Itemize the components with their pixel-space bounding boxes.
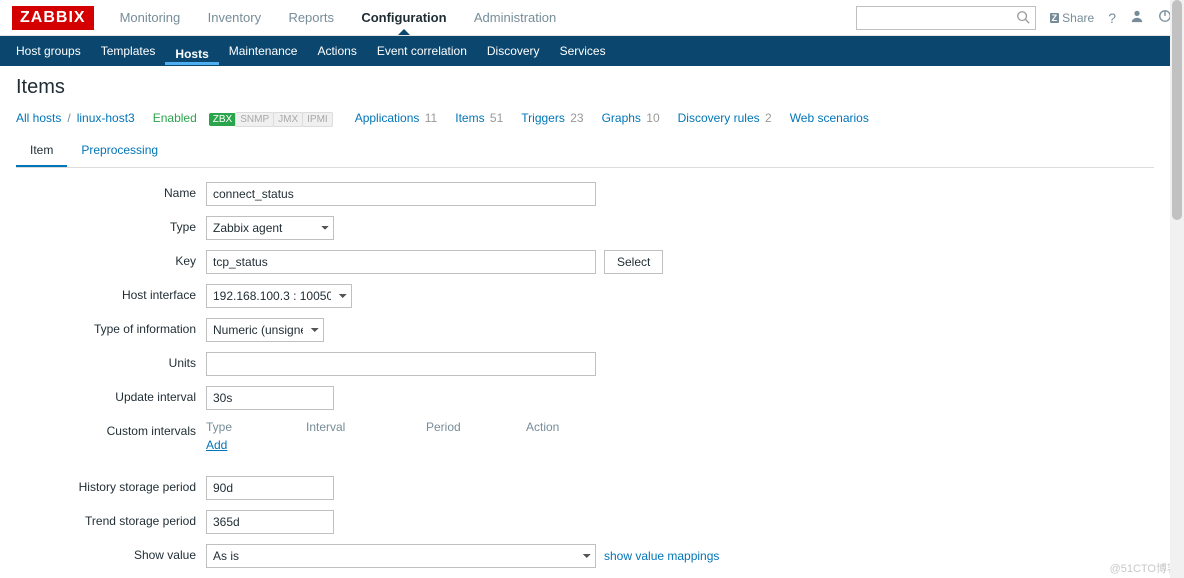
ci-col-type: Type [206,420,306,434]
input-updateinterval[interactable] [206,386,334,410]
subnav-discovery[interactable]: Discovery [477,36,550,66]
watermark: @51CTO博客 [1110,560,1178,576]
subnav-hosts[interactable]: Hosts [165,38,218,65]
label-history: History storage period [16,476,206,494]
link-web[interactable]: Web scenarios [790,111,871,125]
item-form: Name Type Zabbix agent Key Select Host i… [16,168,1154,578]
add-interval-link[interactable]: Add [206,438,227,452]
ci-col-action: Action [526,420,586,434]
user-icon[interactable] [1130,9,1144,26]
input-units[interactable] [206,352,596,376]
select-button[interactable]: Select [604,250,663,274]
label-showvalue: Show value [16,544,206,562]
logo[interactable]: ZABBIX [12,6,94,30]
search-icon[interactable] [1016,10,1030,27]
select-showvalue[interactable]: As is [206,544,596,568]
link-triggers[interactable]: Triggers 23 [521,111,583,125]
sub-nav: Host groups Templates Hosts Maintenance … [0,36,1184,66]
bc-host[interactable]: linux-host3 [77,111,135,125]
link-items[interactable]: Items 51 [455,111,503,125]
page-title: Items [16,76,1154,99]
link-graphs[interactable]: Graphs 10 [602,111,660,125]
label-customintervals: Custom intervals [16,420,206,438]
select-typeofinfo[interactable]: Numeric (unsigned) [206,318,324,342]
label-typeofinfo: Type of information [16,318,206,336]
bc-sep: / [67,111,70,125]
status-enabled: Enabled [153,111,197,125]
label-updateinterval: Update interval [16,386,206,404]
nav-configuration[interactable]: Configuration [361,10,446,25]
link-applications[interactable]: Applications 11 [355,111,438,125]
help-icon[interactable]: ? [1108,10,1116,26]
search-wrap [856,6,1036,30]
bc-allhosts[interactable]: All hosts [16,111,61,125]
label-name: Name [16,182,206,200]
page-scrollbar[interactable] [1170,0,1184,578]
breadcrumb: All hosts / linux-host3 Enabled ZBXSNMPJ… [16,111,1154,125]
tab-preprocessing[interactable]: Preprocessing [67,135,172,167]
label-key: Key [16,250,206,268]
search-input[interactable] [856,6,1036,30]
label-trend: Trend storage period [16,510,206,528]
ci-col-interval: Interval [306,420,426,434]
label-type: Type [16,216,206,234]
subnav-templates[interactable]: Templates [91,36,166,66]
share-button[interactable]: ZShare [1050,11,1095,25]
ci-col-period: Period [426,420,526,434]
badge-zbx: ZBX [209,113,236,126]
input-key[interactable] [206,250,596,274]
custom-intervals-table: Type Interval Period Action Add [206,420,586,452]
nav-administration[interactable]: Administration [474,10,556,25]
input-trend[interactable] [206,510,334,534]
tabs: Item Preprocessing [16,135,1154,168]
label-hostinterface: Host interface [16,284,206,302]
top-nav: Monitoring Inventory Reports Configurati… [108,10,569,25]
nav-inventory[interactable]: Inventory [208,10,261,25]
subnav-services[interactable]: Services [550,36,616,66]
subnav-maintenance[interactable]: Maintenance [219,36,308,66]
subnav-eventcorrelation[interactable]: Event correlation [367,36,477,66]
input-history[interactable] [206,476,334,500]
badge-jmx: JMX [273,112,303,127]
scrollbar-thumb[interactable] [1172,0,1182,220]
badge-snmp: SNMP [235,112,274,127]
link-discovery[interactable]: Discovery rules 2 [678,111,772,125]
subnav-hostgroups[interactable]: Host groups [6,36,91,66]
nav-monitoring[interactable]: Monitoring [120,10,181,25]
badge-ipmi: IPMI [302,112,333,127]
nav-reports[interactable]: Reports [288,10,334,25]
input-name[interactable] [206,182,596,206]
tab-item[interactable]: Item [16,135,67,167]
subnav-actions[interactable]: Actions [307,36,366,66]
show-value-mappings-link[interactable]: show value mappings [604,549,719,563]
label-units: Units [16,352,206,370]
select-hostinterface[interactable]: 192.168.100.3 : 10050 [206,284,352,308]
select-type[interactable]: Zabbix agent [206,216,334,240]
